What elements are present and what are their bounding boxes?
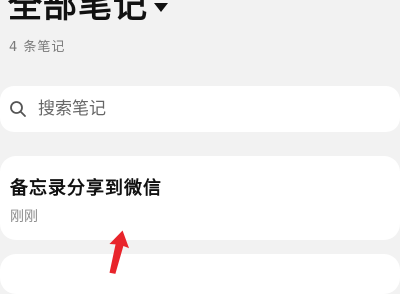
caret-down-icon[interactable] [154,2,168,12]
note-title: 备忘录分享到微信 [10,178,162,199]
note-count: 4 条笔记 [9,40,66,55]
note-card[interactable]: 备忘录分享到微信 刚刚 [0,156,400,240]
note-time: 刚刚 [10,209,38,225]
search-icon [10,101,26,117]
header[interactable]: 全部笔记 [8,0,168,26]
search-bar[interactable] [0,86,400,132]
red-arrow-icon [109,230,130,274]
page-title: 全部笔记 [8,0,148,26]
note-card[interactable] [0,254,400,294]
search-input[interactable] [38,86,378,132]
